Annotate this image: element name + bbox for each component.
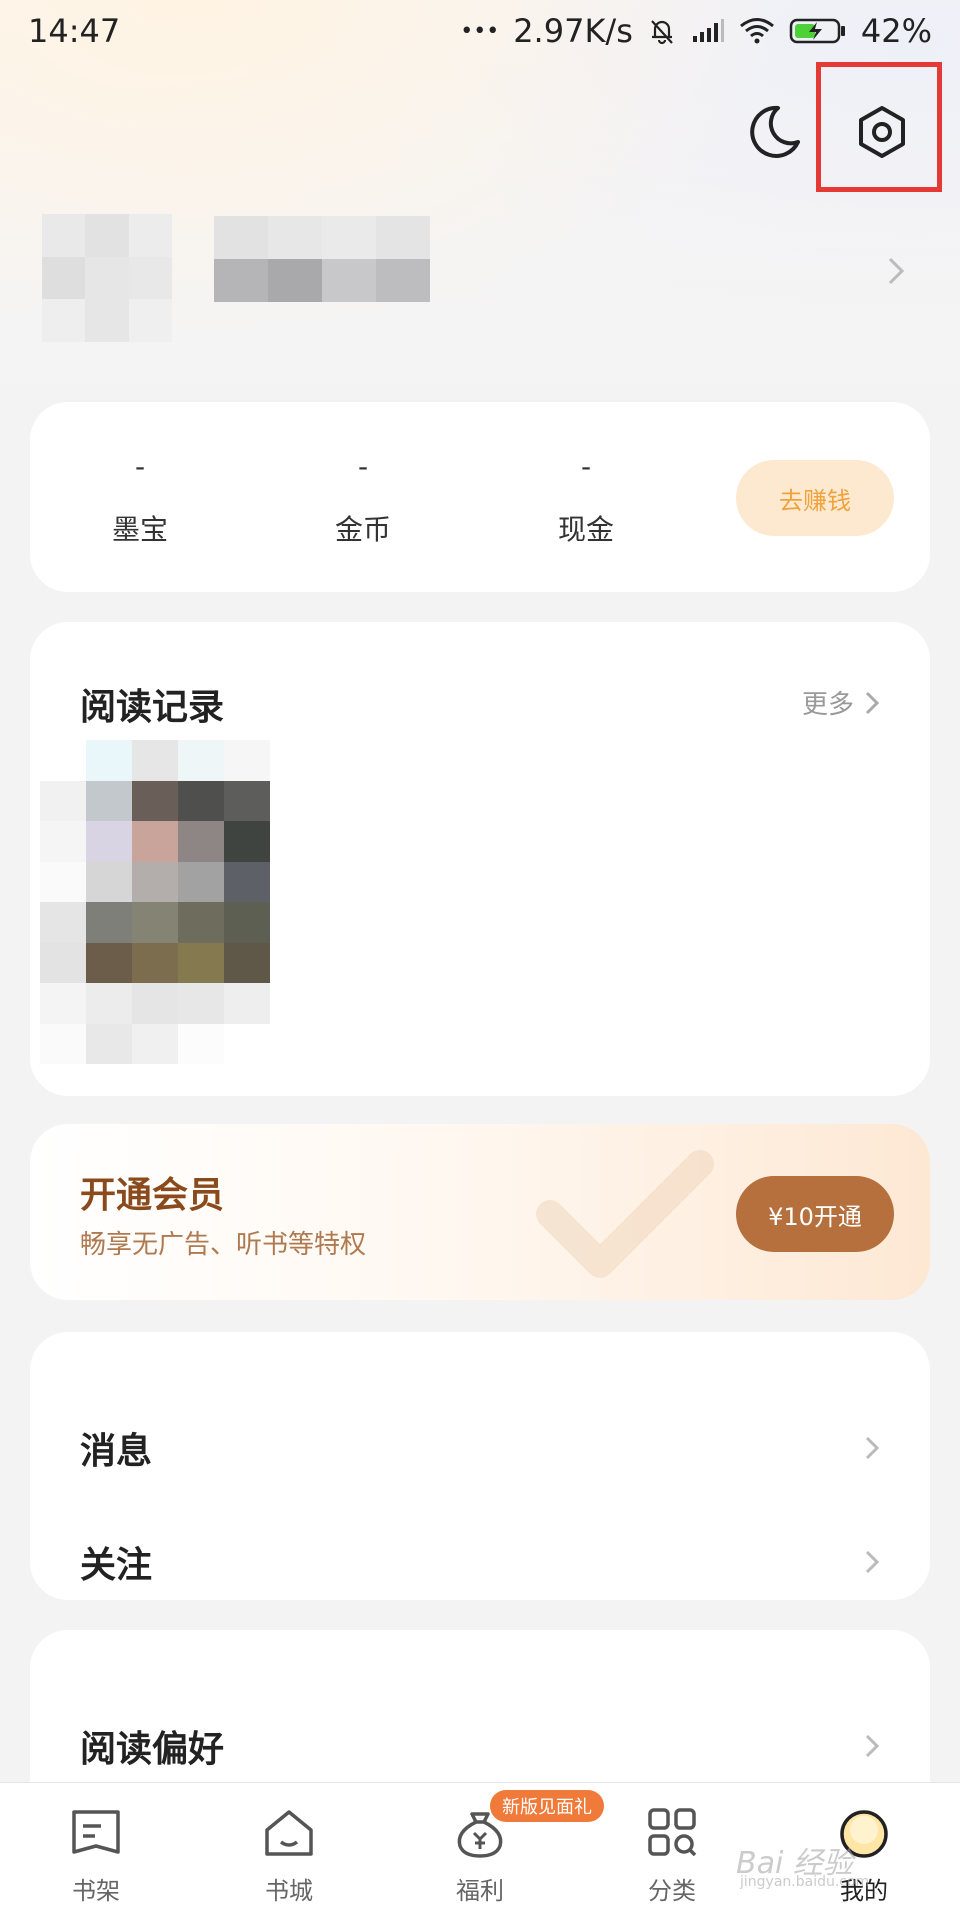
wallet-coins[interactable]: - 金币	[283, 450, 443, 548]
bookstore-icon	[265, 1810, 313, 1856]
vip-title: 开通会员	[80, 1175, 225, 1216]
menu-item-follow-label: 关注	[80, 1545, 153, 1586]
category-grid-icon	[648, 1808, 697, 1857]
chevron-right-icon	[865, 1550, 880, 1574]
tab-bookstore[interactable]: 书城	[229, 1805, 349, 1906]
wallet-mobao-label: 墨宝	[111, 513, 168, 546]
signal-icon	[692, 19, 724, 42]
username-pixelated	[214, 216, 430, 302]
earn-money-button[interactable]: 去赚钱	[736, 460, 894, 536]
settings-highlight-box	[816, 62, 942, 192]
vip-subtitle: 畅享无广告、听书等特权	[80, 1230, 367, 1260]
menu-item-reading-preference[interactable]: 阅读偏好	[80, 1706, 880, 1786]
tab-bookshelf[interactable]: 书架	[36, 1805, 156, 1906]
chevron-right-icon	[865, 691, 880, 714]
menu-item-messages-label: 消息	[80, 1431, 153, 1472]
wallet-cash[interactable]: - 现金	[506, 450, 666, 548]
profile-row[interactable]	[0, 210, 960, 350]
chevron-right-icon	[865, 1436, 880, 1460]
tab-category[interactable]: 分类	[612, 1805, 732, 1906]
vip-card[interactable]: 开通会员 畅享无广告、听书等特权 ¥10开通	[30, 1124, 930, 1300]
more-label: 更多	[801, 690, 854, 720]
new-version-gift-badge: 新版见面礼	[490, 1790, 604, 1822]
wallet-mobao-value: -	[134, 450, 146, 483]
night-mode-button[interactable]	[744, 102, 814, 172]
mute-bell-icon	[651, 20, 673, 45]
menu-card-1: 消息 关注	[30, 1332, 930, 1600]
wallet-cash-value: -	[580, 450, 592, 483]
menu-item-follow[interactable]: 关注	[80, 1522, 880, 1602]
tab-category-label: 分类	[648, 1877, 696, 1905]
reading-history-title: 阅读记录	[80, 687, 225, 728]
more-link[interactable]: 更多	[802, 684, 880, 721]
battery-percent: 42%	[860, 12, 932, 50]
vip-decoration	[536, 1150, 714, 1278]
wallet-mobao[interactable]: - 墨宝	[60, 450, 220, 548]
watermark-sub: jingyan.baidu.com	[740, 1874, 870, 1890]
tab-bookstore-label: 书城	[265, 1877, 313, 1905]
wallet-cash-label: 现金	[557, 513, 614, 546]
chevron-right-icon	[888, 257, 905, 285]
tab-bookshelf-label: 书架	[72, 1877, 120, 1905]
vip-open-button[interactable]: ¥10开通	[736, 1176, 894, 1252]
book-cover-pixelated[interactable]	[40, 740, 270, 1064]
chevron-right-icon	[865, 1734, 880, 1758]
menu-item-messages[interactable]: 消息	[80, 1408, 880, 1488]
moon-icon	[750, 105, 800, 158]
wifi-icon	[739, 18, 774, 44]
avatar[interactable]	[42, 214, 172, 342]
network-speed: 2.97K/s	[513, 12, 633, 50]
status-indicators: ••• 2.97K/s 42%	[460, 12, 932, 50]
wallet-card: - 墨宝 - 金币 - 现金 去赚钱	[30, 402, 930, 592]
bookshelf-icon	[72, 1810, 120, 1854]
status-time: 14:47	[28, 12, 121, 50]
tab-welfare-label: 福利	[456, 1877, 504, 1905]
battery-icon	[789, 18, 845, 44]
reading-history-card: 阅读记录 更多	[30, 622, 930, 1096]
wallet-coins-label: 金币	[334, 513, 391, 546]
menu-item-reading-preference-label: 阅读偏好	[80, 1729, 225, 1770]
more-dots: •••	[460, 18, 500, 44]
status-bar: 14:47 ••• 2.97K/s 42%	[0, 0, 960, 62]
wallet-coins-value: -	[357, 450, 369, 483]
